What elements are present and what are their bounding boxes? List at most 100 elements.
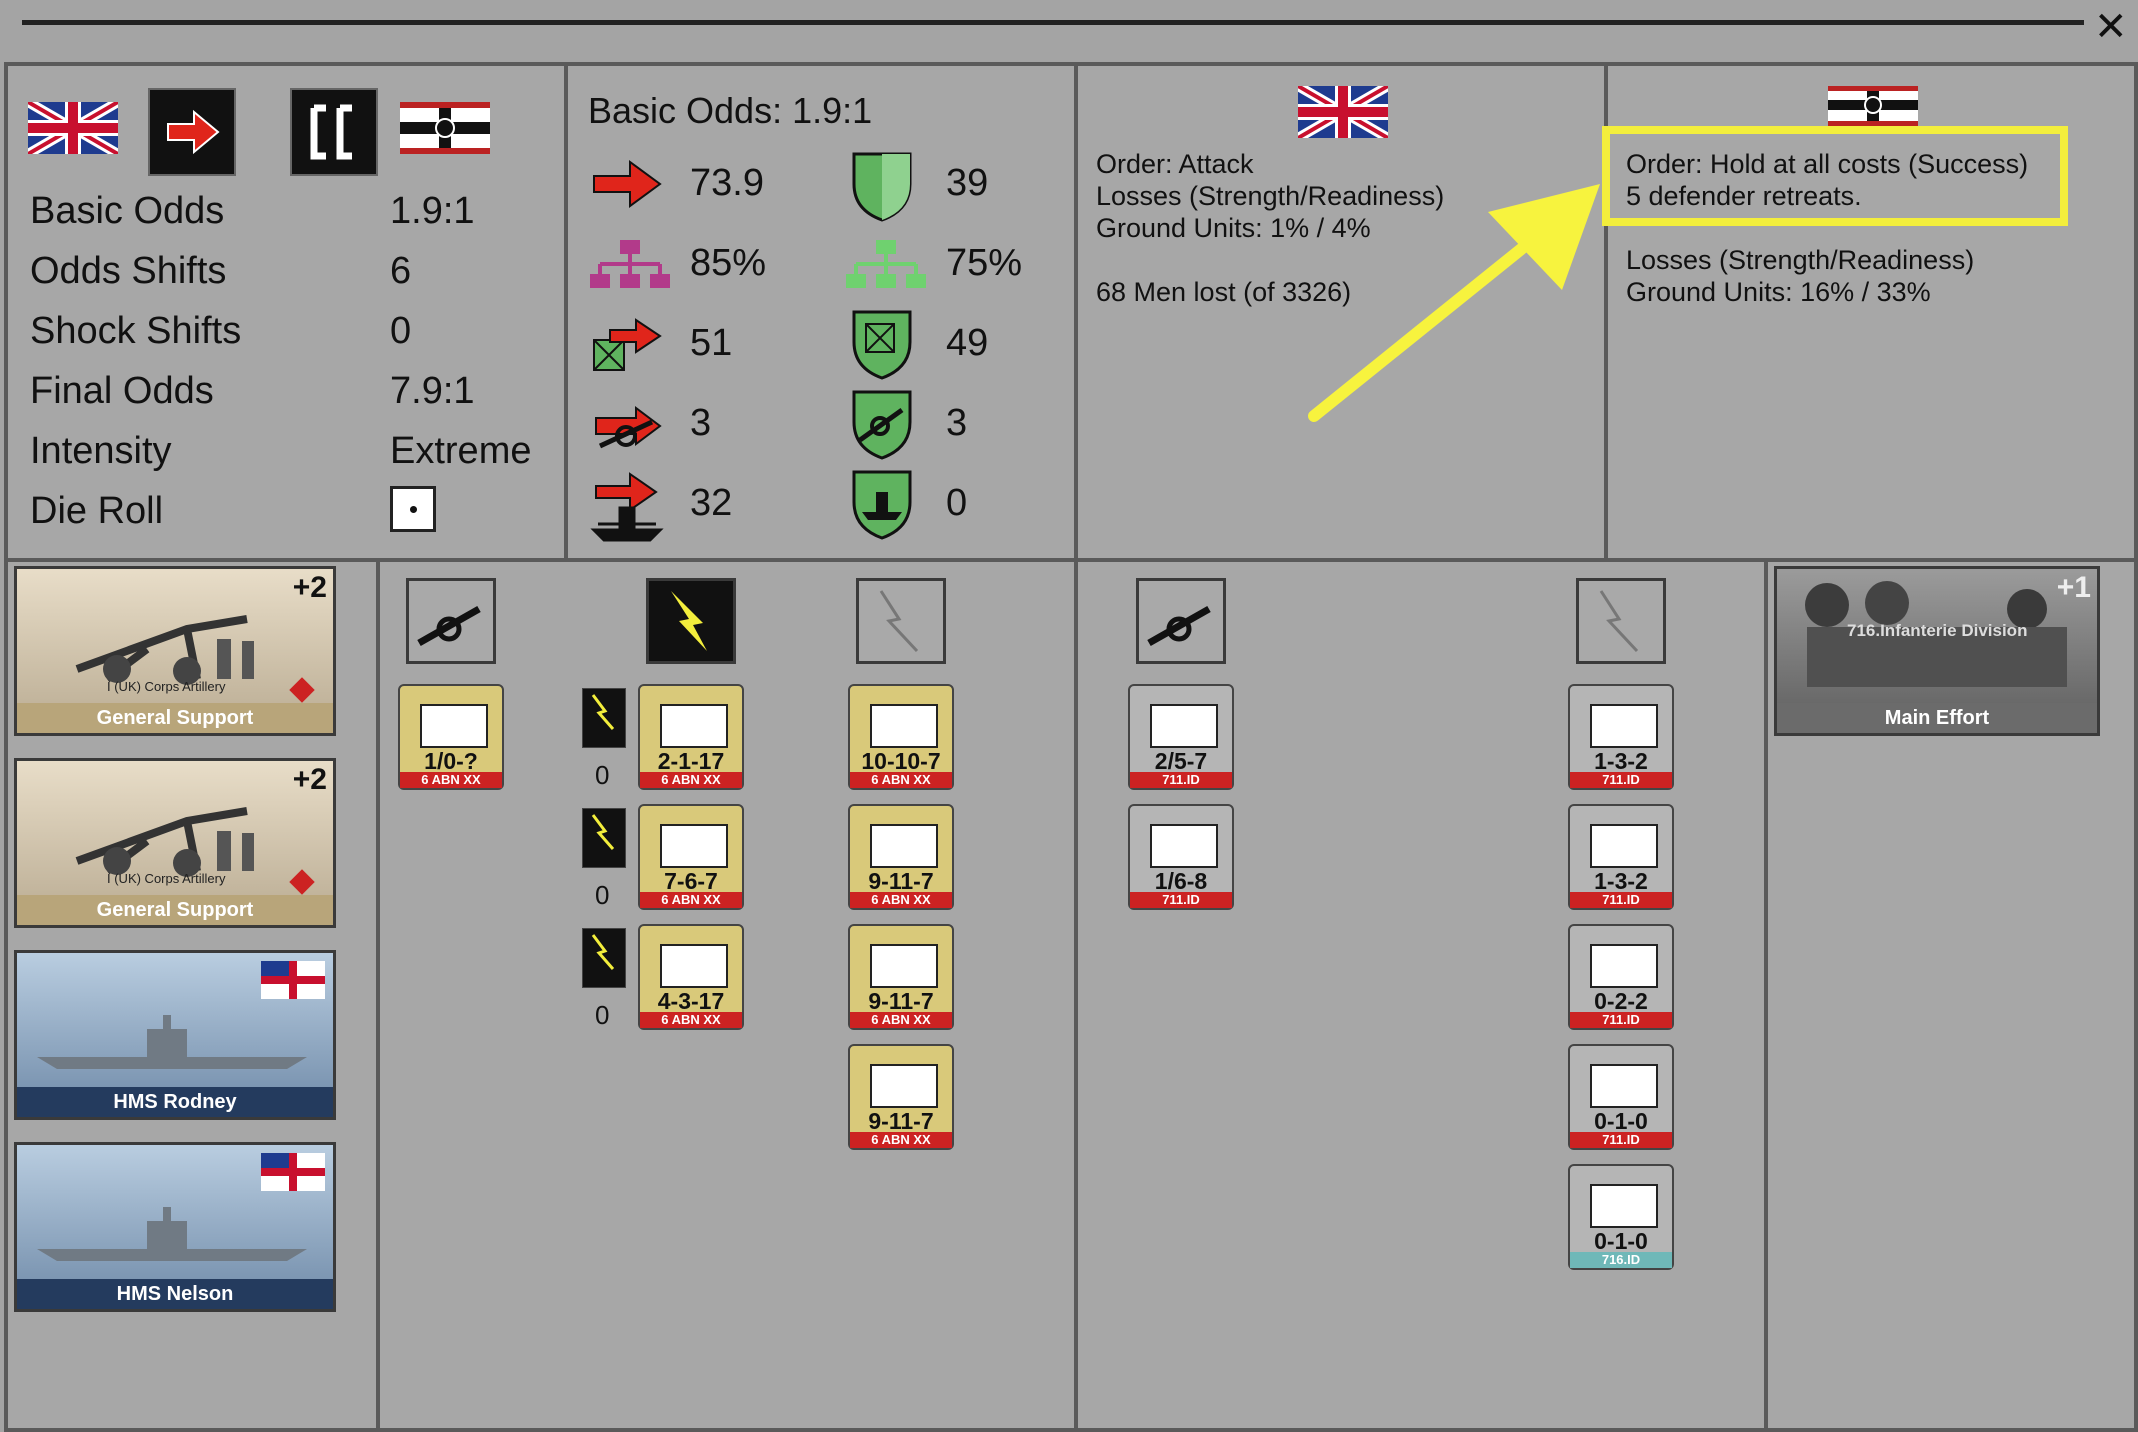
defense-strength-value: 39 bbox=[946, 162, 989, 204]
unit-counter[interactable]: 0-1-0 716.ID bbox=[1568, 1164, 1674, 1270]
annotation-arrow bbox=[1308, 184, 1600, 422]
unit-strength: 9-11-7 bbox=[868, 988, 934, 1014]
unit-counter[interactable]: 2/5-7 711.ID bbox=[1128, 684, 1234, 790]
defender-artillery-icon bbox=[852, 390, 912, 460]
unit-formation: 6 ABN XX bbox=[400, 772, 502, 788]
card-caption: General Support bbox=[17, 895, 333, 925]
pause-button[interactable] bbox=[290, 88, 378, 176]
unit-strength: 2/5-7 bbox=[1154, 748, 1208, 774]
attacker-artillery-icon bbox=[595, 406, 662, 449]
title-bar bbox=[0, 0, 2138, 60]
unit-counter[interactable]: 4-3-17 6 ABN XX bbox=[638, 924, 744, 1030]
attacker-org-value: 85% bbox=[690, 242, 767, 284]
defender-assault-icon bbox=[852, 310, 912, 380]
unit-counter[interactable]: 1-3-2 711.ID bbox=[1568, 804, 1674, 910]
support-card[interactable]: I (UK) Corps Artillery +2 General Suppor… bbox=[14, 566, 336, 736]
naval-card[interactable]: BB HMS Rodney bbox=[14, 950, 336, 1120]
readiness-count: 0 bbox=[595, 880, 610, 910]
support-card[interactable]: I (UK) Corps Artillery +2 General Suppor… bbox=[14, 758, 336, 928]
row-value-final-odds: 7.9:1 bbox=[390, 370, 475, 412]
unit-counter[interactable]: 1/0-? 6 ABN XX bbox=[398, 684, 504, 790]
attacker-org-icon bbox=[590, 240, 670, 288]
unit-symbol-icon bbox=[870, 824, 938, 868]
unit-counter[interactable]: 2-1-17 6 ABN XX bbox=[638, 684, 744, 790]
attack-mode-button[interactable] bbox=[148, 88, 236, 176]
unit-formation: 6 ABN XX bbox=[850, 892, 952, 908]
readiness-count: 0 bbox=[595, 760, 610, 790]
airborne-category-icon[interactable] bbox=[646, 578, 736, 664]
unit-strength: 0-1-0 bbox=[1594, 1228, 1648, 1254]
unit-strength: 0-2-2 bbox=[1594, 988, 1648, 1014]
unit-counter[interactable]: 1/6-8 711.ID bbox=[1128, 804, 1234, 910]
allied-order: Order: Attack bbox=[1096, 149, 1254, 179]
unit-formation: 6 ABN XX bbox=[850, 1132, 952, 1148]
artillery-photo-icon bbox=[75, 807, 254, 877]
unit-strength: 9-11-7 bbox=[868, 868, 934, 894]
unit-counter[interactable]: 7-6-7 6 ABN XX bbox=[638, 804, 744, 910]
unit-symbol-icon bbox=[420, 704, 488, 748]
artillery-category-icon[interactable] bbox=[1136, 578, 1226, 664]
card-caption: Main Effort bbox=[1777, 703, 2097, 733]
unit-formation: 711.ID bbox=[1130, 892, 1232, 908]
naval-card[interactable]: BB HMS Nelson bbox=[14, 1142, 336, 1312]
uk-flag-icon bbox=[1298, 86, 1388, 138]
axis-result-panel: Order: Hold at all costs (Success) 5 def… bbox=[1602, 62, 2138, 562]
unit-formation: 6 ABN XX bbox=[850, 1012, 952, 1028]
attack-strength-value: 73.9 bbox=[690, 162, 764, 204]
artillery-photo-icon bbox=[75, 615, 254, 685]
card-bonus: +2 bbox=[292, 571, 327, 604]
axis-order: Order: Hold at all costs (Success) bbox=[1626, 149, 2029, 179]
unit-symbol-icon bbox=[1590, 1064, 1658, 1108]
unit-symbol-icon bbox=[1150, 824, 1218, 868]
unit-symbol-icon bbox=[870, 704, 938, 748]
unit-strength: 2-1-17 bbox=[657, 748, 725, 774]
attack-strength-icon bbox=[593, 160, 662, 208]
card-title: 716.Infanterie Division bbox=[1847, 621, 2028, 640]
row-label-intensity: Intensity bbox=[30, 430, 172, 472]
row-value-shock-shifts: 0 bbox=[390, 310, 412, 352]
unit-counter[interactable]: 10-10-7 6 ABN XX bbox=[848, 684, 954, 790]
unit-symbol-icon bbox=[1590, 944, 1658, 988]
unit-counter[interactable]: 9-11-7 6 ABN XX bbox=[848, 804, 954, 910]
attacker-naval-icon bbox=[590, 472, 664, 542]
attacker-naval-value: 32 bbox=[690, 482, 733, 524]
axis-retreats: 5 defender retreats. bbox=[1626, 181, 1862, 211]
unit-formation: 711.ID bbox=[1130, 772, 1232, 788]
unit-counter[interactable]: 0-2-2 711.ID bbox=[1568, 924, 1674, 1030]
lightning-category-icon[interactable] bbox=[1576, 578, 1666, 664]
close-icon[interactable]: ✕ bbox=[2094, 4, 2128, 50]
combat-summary-panel: Basic Odds 1.9:1 Odds Shifts 6 Shock Shi… bbox=[4, 62, 568, 562]
unit-counter[interactable]: 9-11-7 6 ABN XX bbox=[848, 924, 954, 1030]
main-effort-card[interactable]: 716.Infanterie Division +1 Main Effort bbox=[1774, 566, 2100, 736]
card-caption: HMS Nelson bbox=[17, 1279, 333, 1309]
defense-strength-icon bbox=[852, 152, 912, 222]
unit-strength: 9-11-7 bbox=[868, 1108, 934, 1134]
row-value-odds-shifts: 6 bbox=[390, 250, 412, 292]
card-subtitle: I (UK) Corps Artillery bbox=[107, 679, 226, 694]
axis-card-panel: 716.Infanterie Division +1 Main Effort bbox=[1764, 558, 2138, 1432]
card-bonus: +1 bbox=[2056, 571, 2091, 604]
odds-title: Basic Odds: 1.9:1 bbox=[588, 90, 873, 131]
unit-formation: 716.ID bbox=[1570, 1252, 1672, 1268]
ensign-flag-icon bbox=[261, 1153, 325, 1191]
unit-strength: 1/0-? bbox=[424, 748, 478, 774]
row-label-die-roll: Die Roll bbox=[30, 490, 164, 532]
readiness-count: 0 bbox=[595, 1000, 610, 1030]
card-bonus: +2 bbox=[292, 763, 327, 796]
unit-counter[interactable]: 9-11-7 6 ABN XX bbox=[848, 1044, 954, 1150]
lightning-category-icon[interactable] bbox=[856, 578, 946, 664]
defender-org-value: 75% bbox=[946, 242, 1023, 284]
unit-symbol-icon bbox=[1150, 704, 1218, 748]
attack-arrow-icon bbox=[167, 109, 220, 155]
title-divider bbox=[22, 20, 2084, 25]
defender-org-icon bbox=[846, 240, 926, 288]
unit-counter[interactable]: 0-1-0 711.ID bbox=[1568, 1044, 1674, 1150]
defender-naval-value: 0 bbox=[946, 482, 968, 524]
unit-counter[interactable]: 1-3-2 711.ID bbox=[1568, 684, 1674, 790]
artillery-category-icon[interactable] bbox=[406, 578, 496, 664]
unit-strength: 7-6-7 bbox=[664, 868, 718, 894]
unit-strength: 4-3-17 bbox=[657, 988, 725, 1014]
diamond-icon bbox=[289, 869, 315, 895]
attacker-assault-icon bbox=[593, 318, 662, 371]
battleship-icon bbox=[37, 1207, 307, 1261]
